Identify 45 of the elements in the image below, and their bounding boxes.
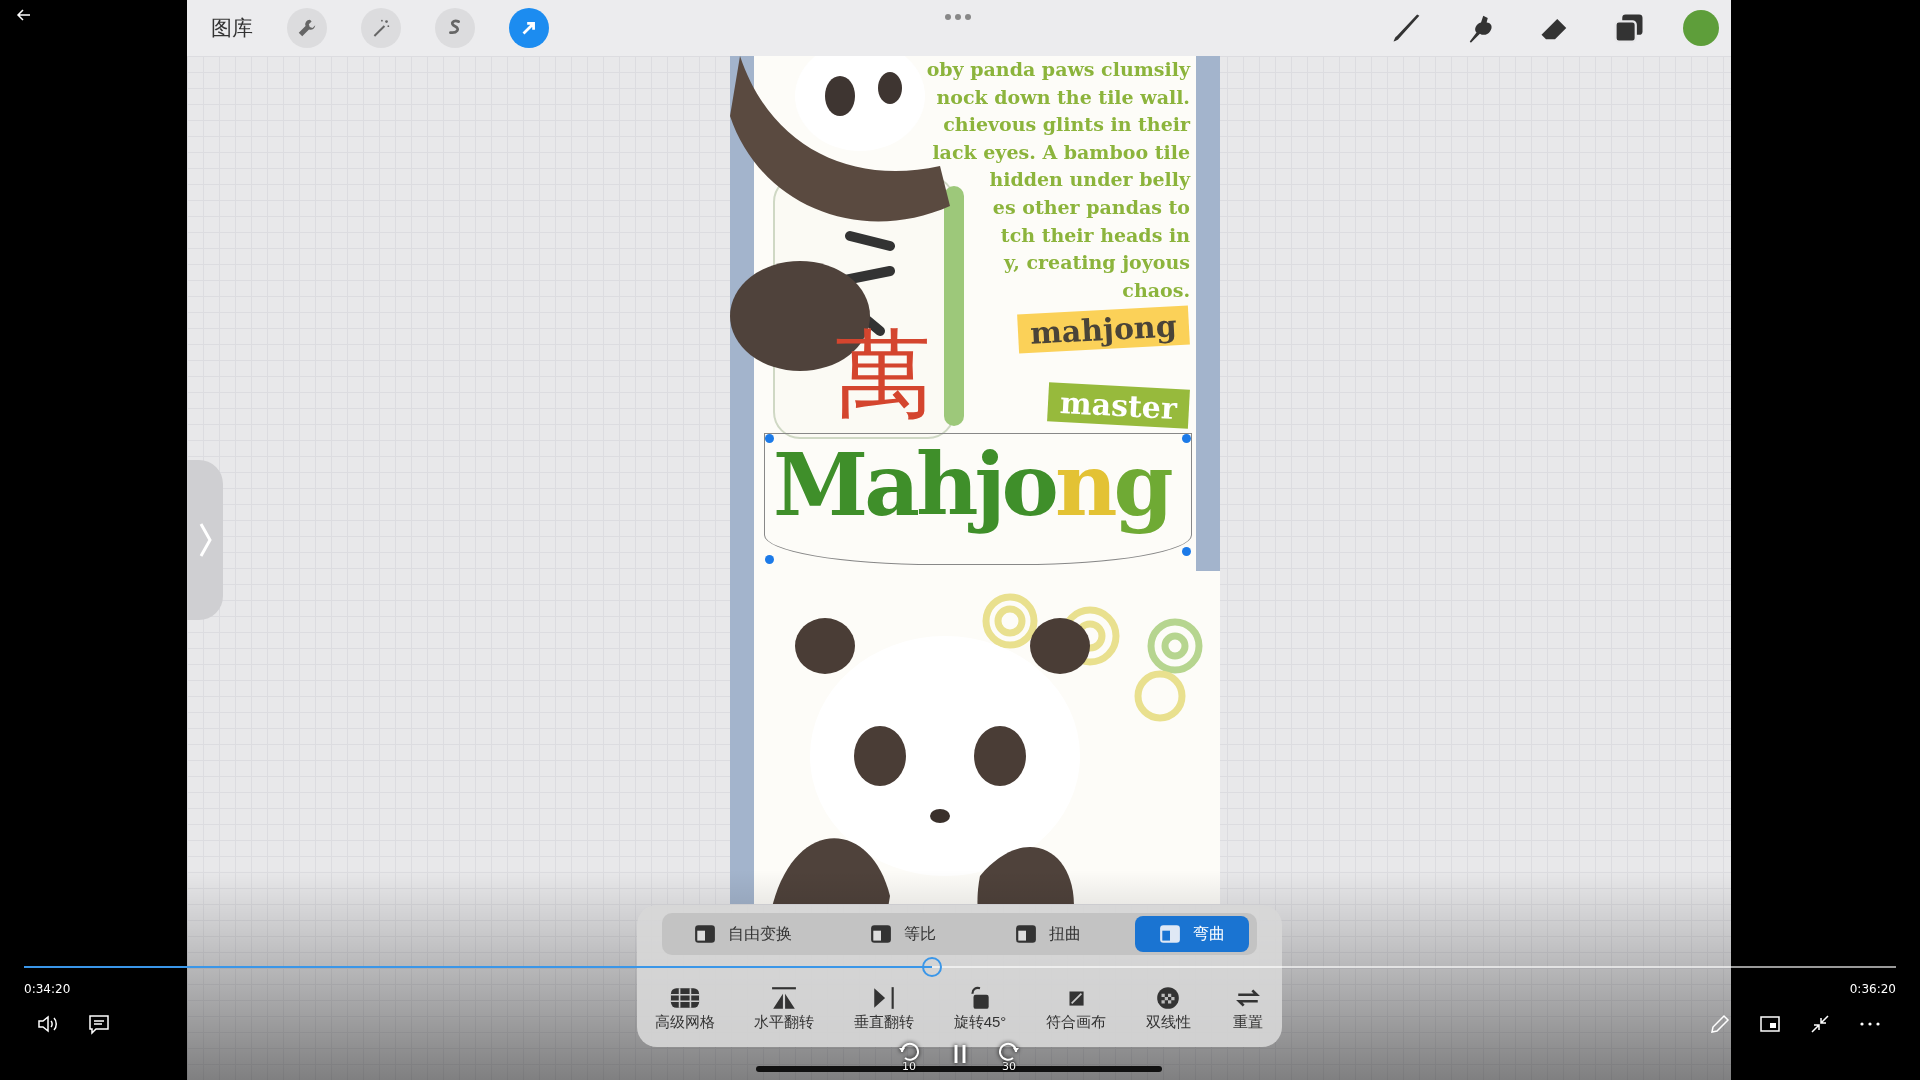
forward-button[interactable]: 30	[996, 1040, 1022, 1076]
rewind-button[interactable]: 10	[896, 1040, 922, 1076]
square-icon	[694, 923, 716, 945]
back-arrow-icon[interactable]	[16, 7, 32, 23]
corner-handle[interactable]	[765, 434, 774, 443]
progress-handle[interactable]	[921, 957, 942, 977]
total-time: 0:36:20	[1849, 982, 1896, 996]
poem-line: hidden under belly	[989, 167, 1190, 193]
poem-line: es other pandas to	[992, 194, 1190, 220]
transform-action-button[interactable]: 重置	[1230, 985, 1265, 1032]
poem-line: nock down the tile wall.	[936, 84, 1190, 110]
poem-line: y, creating joyous	[1004, 250, 1190, 276]
tile-character: 萬	[835, 326, 931, 422]
captions-icon[interactable]	[87, 1012, 111, 1036]
wrench-icon[interactable]	[287, 8, 327, 48]
poem-line: chaos.	[1122, 277, 1190, 303]
warp-selection-box[interactable]: Mahjong	[764, 433, 1192, 565]
transform-action-button[interactable]: 双线性	[1145, 985, 1191, 1032]
transform-action-button[interactable]: 水平翻转	[754, 985, 815, 1032]
poem-line: tch their heads in	[1000, 222, 1190, 248]
transform-mode-tab[interactable]: 自由变换	[670, 916, 816, 952]
transform-action-button[interactable]: 垂直翻转	[853, 985, 914, 1032]
selection-icon[interactable]	[435, 8, 475, 48]
gallery-link[interactable]: 图库	[211, 14, 253, 42]
square-icon	[870, 923, 893, 945]
transform-mode-tab[interactable]: 扭曲	[990, 916, 1105, 952]
elapsed-time: 0:34:20	[24, 982, 71, 996]
transform-action-button[interactable]: 旋转45°	[953, 985, 1007, 1032]
poem-line: chievous glints in their	[943, 112, 1190, 138]
poem-line: lack eyes. A bamboo tile	[932, 139, 1190, 165]
transform-action-button[interactable]: 高级网格	[654, 985, 715, 1032]
mahjong-title: Mahjong	[773, 438, 1170, 533]
pen-icon[interactable]	[1708, 1012, 1732, 1036]
corner-handle[interactable]	[765, 555, 774, 564]
poem-line: oby panda paws clumsily	[926, 57, 1190, 82]
transform-mode-tab[interactable]: 等比	[846, 916, 961, 952]
magic-wand-icon[interactable]	[361, 8, 401, 48]
color-swatch[interactable]	[1683, 10, 1719, 46]
corner-handle[interactable]	[1182, 434, 1191, 443]
square-icon	[1159, 923, 1181, 945]
sidebar-handle[interactable]	[187, 460, 223, 620]
corner-handle[interactable]	[1182, 547, 1191, 556]
transform-action-button[interactable]: 符合画布	[1046, 985, 1107, 1032]
transform-mode-tab[interactable]: 弯曲	[1135, 916, 1249, 952]
square-icon	[1014, 923, 1037, 945]
